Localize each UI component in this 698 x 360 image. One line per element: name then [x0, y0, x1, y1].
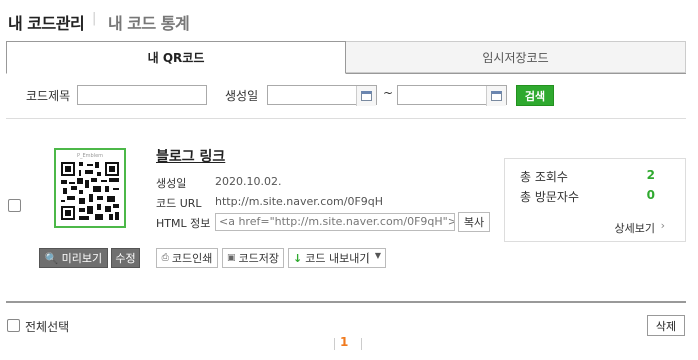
select-all-label[interactable]: 전체선택 [25, 318, 69, 335]
calendar-icon [491, 91, 502, 101]
magnifier-icon: 🔍 [44, 251, 59, 265]
pagination-divider-left [334, 338, 335, 350]
date-from-input[interactable] [268, 86, 356, 104]
stats-panel: 총 조회수 2 총 방문자수 0 상세보기 › [504, 158, 686, 242]
image-icon: ▣ [227, 253, 236, 263]
print-code-label: 코드인쇄 [171, 252, 213, 265]
detail-link[interactable]: 상세보기 [615, 220, 655, 236]
section-divider [6, 118, 686, 119]
chevron-down-icon[interactable]: ▼ [375, 251, 381, 260]
url-value[interactable]: http://m.site.naver.com/0F9qH [215, 195, 383, 208]
export-code-label: 코드 내보내기 [305, 252, 370, 265]
save-code-button[interactable]: ▣ 코드저장 [222, 248, 284, 268]
save-code-label: 코드저장 [238, 252, 279, 265]
delete-button[interactable]: 삭제 [647, 315, 685, 336]
qr-code-image [61, 162, 119, 220]
created-label: 생성일 [156, 177, 187, 190]
pagination-divider-right [361, 338, 362, 350]
page-number-current[interactable]: 1 [340, 335, 348, 349]
edit-button[interactable]: 수정 [111, 248, 140, 268]
calendar-icon [361, 91, 372, 101]
tab-my-qr[interactable]: 내 QR코드 [6, 41, 346, 74]
created-date-label: 생성일 [225, 89, 259, 103]
copy-button[interactable]: 복사 [458, 212, 490, 232]
chevron-right-icon[interactable]: › [661, 219, 665, 232]
download-icon: ↓ [293, 251, 303, 265]
date-to-field[interactable] [397, 85, 507, 106]
calendar-button-from[interactable] [356, 86, 376, 106]
views-label: 총 조회수 [520, 170, 568, 184]
tab-temp-saved[interactable]: 임시저장코드 [346, 41, 686, 73]
item-checkbox[interactable] [8, 199, 21, 212]
page-title: 내 코드관리 [8, 14, 85, 33]
visitors-label: 총 방문자수 [520, 190, 580, 204]
print-code-button[interactable]: ⎙ 코드인쇄 [156, 248, 218, 268]
list-bottom-divider [6, 301, 686, 303]
qr-emblem-text: P_Emblem [76, 153, 104, 159]
search-button[interactable]: 검색 [516, 85, 554, 106]
url-label: 코드 URL [156, 197, 202, 210]
html-label: HTML 정보 [156, 217, 211, 230]
date-range-separator: ~ [383, 86, 394, 100]
date-from-field[interactable] [267, 85, 377, 106]
date-to-input[interactable] [398, 86, 486, 104]
preview-button[interactable]: 🔍 미리보기 [39, 248, 108, 268]
dropdown-divider [368, 252, 369, 264]
stats-link[interactable]: 내 코드 통계 [108, 10, 190, 34]
code-title-input[interactable] [77, 85, 207, 105]
select-all-checkbox[interactable] [7, 319, 20, 332]
visitors-value: 0 [646, 188, 655, 202]
header-separator: | [92, 11, 97, 26]
export-code-button[interactable]: ↓ 코드 내보내기 ▼ [288, 248, 386, 268]
html-code-field[interactable]: <a href="http://m.site.naver.com/0F9qH">… [215, 213, 455, 231]
code-title-link[interactable]: 블로그 링크 [156, 146, 225, 166]
printer-icon: ⎙ [161, 253, 169, 263]
created-value: 2020.10.02. [215, 175, 282, 188]
qr-code-thumbnail[interactable]: P_Emblem [54, 148, 126, 228]
code-title-label: 코드제목 [26, 89, 71, 103]
preview-label: 미리보기 [61, 252, 103, 265]
calendar-button-to[interactable] [486, 86, 506, 106]
views-value: 2 [646, 168, 655, 182]
